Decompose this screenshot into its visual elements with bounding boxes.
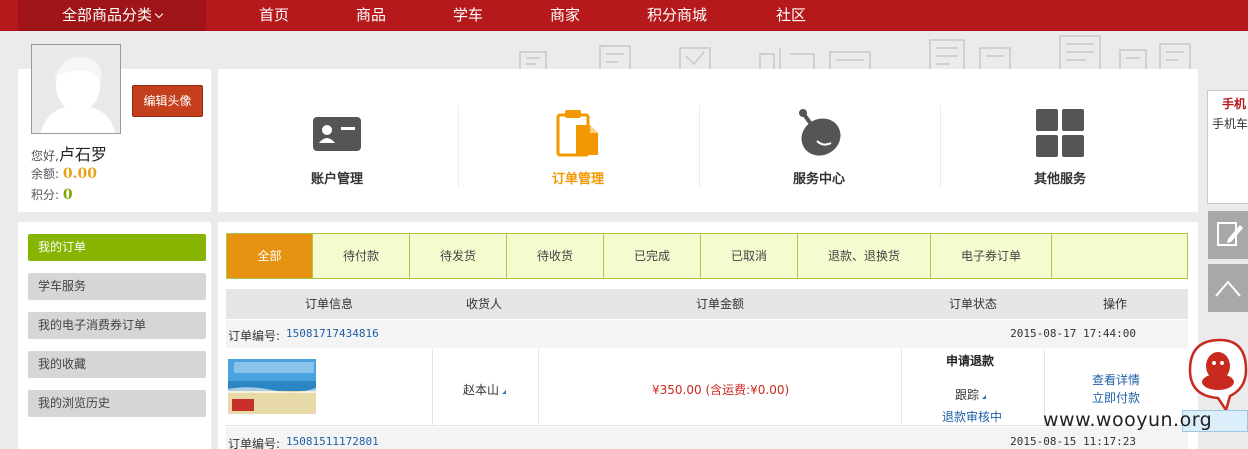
divider	[940, 105, 941, 187]
background-doodles	[519, 35, 1191, 73]
order-management[interactable]: 订单管理	[503, 107, 653, 187]
order-number-label: 订单编号:	[228, 437, 281, 449]
qq-chat-icon[interactable]	[1186, 336, 1248, 414]
username: 卢石罗	[58, 145, 107, 164]
nav-community[interactable]: 社区	[776, 0, 806, 31]
clipboard-icon	[556, 110, 598, 157]
track-link[interactable]: 跟踪	[955, 386, 987, 403]
tab-refund-return[interactable]: 退款、退换货	[798, 234, 931, 278]
id-card-icon	[313, 117, 361, 151]
receiver-text: 赵本山	[463, 383, 500, 397]
view-details-link[interactable]: 查看详情	[1092, 371, 1140, 388]
tab-cancelled[interactable]: 已取消	[701, 234, 798, 278]
cell-divider	[432, 349, 433, 426]
top-nav-bar: 全部商品分类 首页 商品 学车 商家 积分商城 社区	[0, 0, 1248, 31]
default-avatar-icon	[32, 45, 120, 133]
menu-driving-service[interactable]: 学车服务	[28, 273, 206, 300]
nav-points-mall[interactable]: 积分商城	[647, 0, 707, 31]
avatar[interactable]	[31, 44, 121, 134]
watermark: www.wooyun.org	[1043, 409, 1213, 431]
menu-browsing-history[interactable]: 我的浏览历史	[28, 390, 206, 417]
beach-photo	[228, 359, 316, 414]
nav-driving-school[interactable]: 学车	[453, 0, 483, 31]
tab-e-voucher-orders[interactable]: 电子券订单	[931, 234, 1052, 278]
cell-divider	[901, 349, 902, 426]
tab-completed[interactable]: 已完成	[604, 234, 701, 278]
receiver-name[interactable]: 赵本山	[463, 381, 507, 398]
order-header: 订单编号: 15081717434816 2015-08-17 17:44:00	[226, 320, 1188, 348]
mobile-card-title: 手机	[1222, 97, 1247, 111]
col-receiver: 收货人	[466, 297, 503, 311]
menu-e-voucher-orders[interactable]: 我的电子消费券订单	[28, 312, 206, 339]
menu-my-orders[interactable]: 我的订单	[28, 234, 206, 261]
back-to-top-button[interactable]	[1208, 264, 1248, 312]
points-label: 积分:	[31, 188, 60, 202]
tab-pending-payment[interactable]: 待付款	[313, 234, 410, 278]
mobile-app-card[interactable]: 手机 手机车	[1207, 90, 1248, 204]
nav-products[interactable]: 商品	[356, 0, 386, 31]
grid-icon	[1036, 109, 1084, 157]
order-number[interactable]: 15081717434816	[286, 327, 379, 340]
dropdown-triangle-icon	[502, 390, 507, 394]
refund-review-link[interactable]: 退款审核中	[942, 408, 1002, 425]
all-categories-menu[interactable]: 全部商品分类	[18, 0, 206, 31]
chevron-down-icon	[154, 9, 164, 19]
function-panel: 账户管理 订单管理 服务中心 其他服务	[218, 69, 1198, 212]
order-time: 2015-08-17 17:44:00	[1010, 327, 1136, 340]
divider	[699, 105, 700, 187]
greeting-label: 您好,	[31, 149, 59, 163]
tab-all[interactable]: 全部	[227, 234, 313, 278]
order-number[interactable]: 15081511172801	[286, 435, 379, 448]
mobile-card-text: 手机车	[1212, 117, 1248, 131]
other-services-label: 其他服务	[1033, 172, 1086, 187]
product-thumbnail[interactable]	[228, 359, 316, 414]
edit-avatar-button[interactable]: 编辑头像	[132, 85, 203, 117]
order-time: 2015-08-15 11:17:23	[1010, 435, 1136, 448]
points: 积分: 0	[31, 186, 73, 203]
account-management-label: 账户管理	[310, 172, 363, 187]
all-categories-label: 全部商品分类	[61, 6, 152, 24]
track-label: 跟踪	[955, 388, 980, 402]
nav-home[interactable]: 首页	[259, 0, 289, 31]
pay-now-link[interactable]: 立即付款	[1092, 389, 1140, 406]
service-center-label: 服务中心	[792, 172, 845, 187]
orders-table-header: 订单信息 收货人 订单金额 订单状态 操作	[226, 289, 1188, 319]
order-management-label: 订单管理	[551, 172, 604, 187]
dropdown-triangle-icon	[982, 395, 987, 399]
nav-merchants[interactable]: 商家	[550, 0, 580, 31]
order-tabs: 全部 待付款 待发货 待收货 已完成 已取消 退款、退换货 电子券订单	[226, 233, 1188, 279]
balance-label: 余额:	[31, 167, 60, 181]
col-actions: 操作	[1103, 297, 1128, 311]
tab-pending-shipment[interactable]: 待发货	[410, 234, 507, 278]
col-order-info: 订单信息	[305, 297, 354, 311]
balance: 余额: 0.00	[31, 165, 97, 182]
greeting: 您好,卢石罗	[31, 141, 107, 165]
account-management[interactable]: 账户管理	[262, 107, 412, 187]
balance-value: 0.00	[62, 166, 97, 182]
order-amount: ¥350.00 (含运费:¥0.00)	[652, 383, 790, 397]
satellite-dish-icon	[799, 109, 841, 156]
col-status: 订单状态	[949, 297, 998, 311]
menu-my-favorites[interactable]: 我的收藏	[28, 351, 206, 378]
feedback-button[interactable]	[1208, 211, 1248, 259]
order-status: 申请退款	[946, 354, 995, 368]
order-number-label: 订单编号:	[228, 329, 281, 343]
points-value: 0	[62, 187, 73, 203]
service-center[interactable]: 服务中心	[744, 107, 894, 187]
chevron-up-icon	[1215, 280, 1241, 297]
col-amount: 订单金额	[696, 297, 745, 311]
tab-pending-receipt[interactable]: 待收货	[507, 234, 604, 278]
cell-divider	[538, 349, 539, 426]
other-services[interactable]: 其他服务	[985, 107, 1135, 187]
edit-icon	[1217, 222, 1243, 246]
divider	[458, 105, 459, 187]
